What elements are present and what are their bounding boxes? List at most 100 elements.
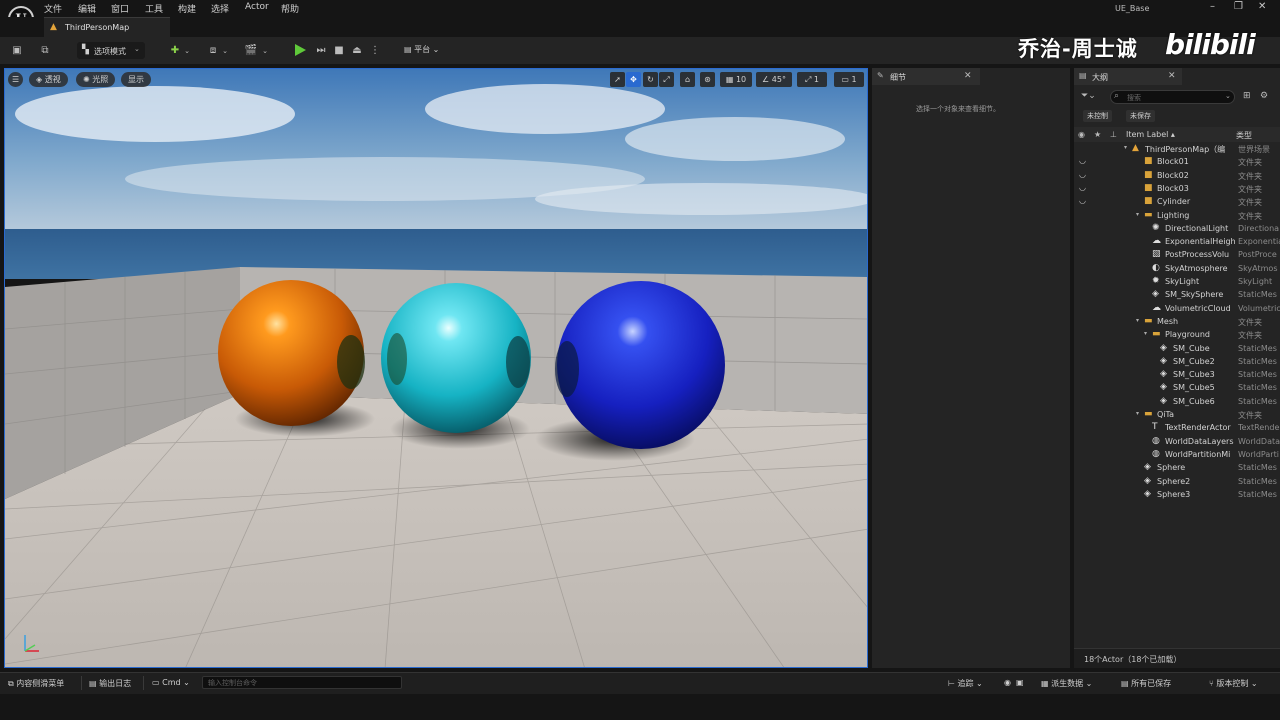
more-options-icon[interactable]: ⋮ bbox=[368, 44, 382, 58]
menu-tools[interactable]: 工具 bbox=[145, 2, 163, 15]
outliner-row[interactable]: ◈ Sphere2 StaticMes bbox=[1074, 476, 1280, 489]
step-icon[interactable]: ⏭ bbox=[314, 44, 328, 58]
lit-button[interactable]: ✺ 光照 bbox=[76, 72, 116, 87]
search-input[interactable] bbox=[1127, 92, 1223, 103]
expand-arrow-icon[interactable]: ▾ bbox=[1136, 410, 1139, 417]
level-viewport[interactable] bbox=[4, 68, 868, 668]
scale-tool-icon[interactable]: ⤢ bbox=[659, 72, 674, 87]
maximize-icon[interactable]: ❐ bbox=[1234, 1, 1243, 12]
minimize-icon[interactable]: – bbox=[1210, 1, 1215, 12]
outliner-row[interactable]: ✺ DirectionalLight Directiona bbox=[1074, 223, 1280, 236]
filter-chip-unsaved[interactable]: 未保存 bbox=[1126, 110, 1155, 122]
outliner-row[interactable]: ☁ VolumetricCloud Volumetric bbox=[1074, 303, 1280, 316]
select-tool-icon[interactable]: ➚ bbox=[610, 72, 625, 87]
outliner-row[interactable]: ✹ SkyLight SkyLight bbox=[1074, 276, 1280, 289]
rotate-tool-icon[interactable]: ↻ bbox=[643, 72, 658, 87]
outliner-row[interactable]: ◈ SM_Cube5 StaticMes bbox=[1074, 382, 1280, 395]
menu-window[interactable]: 窗口 bbox=[111, 2, 129, 15]
expand-arrow-icon[interactable]: ▾ bbox=[1124, 144, 1127, 151]
outliner-row[interactable]: ◈ Sphere3 StaticMes bbox=[1074, 489, 1280, 502]
menu-file[interactable]: 文件 bbox=[44, 2, 62, 15]
visibility-eye-icon[interactable]: ◡ bbox=[1079, 183, 1086, 192]
content-browser-icon[interactable]: ⧉ bbox=[38, 44, 52, 58]
outliner-row[interactable]: ▾ ▬ Playground 文件夹 bbox=[1074, 329, 1280, 342]
settings-icon[interactable]: ⚙ bbox=[1260, 91, 1268, 101]
visibility-column-icon[interactable]: ◉ bbox=[1078, 130, 1085, 139]
close-window-icon[interactable]: ✕ bbox=[1258, 1, 1266, 12]
outliner-row[interactable]: ◐ SkyAtmosphere SkyAtmos bbox=[1074, 263, 1280, 276]
source-control-dropdown[interactable]: ⑂ 版本控制 ⌄ bbox=[1209, 678, 1258, 689]
expand-arrow-icon[interactable]: ▾ bbox=[1136, 211, 1139, 218]
column-type[interactable]: 类型 bbox=[1236, 130, 1252, 141]
outliner-search[interactable]: ⌕ ⌄ bbox=[1110, 90, 1235, 104]
tab-level-map[interactable]: ▲ ThirdPersonMap bbox=[44, 17, 170, 37]
pin-column-icon[interactable]: ⊥ bbox=[1110, 130, 1117, 139]
outliner-row[interactable]: ▧ PostProcessVolu PostProce bbox=[1074, 249, 1280, 262]
favorite-column-icon[interactable]: ★ bbox=[1094, 130, 1101, 139]
outliner-row[interactable]: ◍ WorldPartitionMi WorldParti bbox=[1074, 449, 1280, 462]
console-input[interactable] bbox=[203, 677, 401, 688]
tab-outliner[interactable]: ▤ 大纲 ✕ bbox=[1074, 68, 1182, 85]
scale-snap-button[interactable]: ⤢ 1 bbox=[797, 72, 827, 87]
viewport-scene[interactable] bbox=[5, 69, 868, 668]
save-icon[interactable]: ▣ bbox=[10, 44, 24, 58]
record-icon[interactable]: ◉ bbox=[1004, 678, 1011, 687]
outliner-row[interactable]: ◡ ■ Block03 文件夹 bbox=[1074, 183, 1280, 196]
translate-tool-icon[interactable]: ✥ bbox=[626, 72, 641, 87]
outliner-row[interactable]: ◈ Sphere StaticMes bbox=[1074, 462, 1280, 475]
close-icon[interactable]: ✕ bbox=[964, 71, 972, 81]
outliner-row[interactable]: ▾ ▬ Lighting 文件夹 bbox=[1074, 210, 1280, 223]
column-item-label[interactable]: Item Label ▴ bbox=[1126, 130, 1175, 139]
screenshot-icon[interactable]: ▣ bbox=[1016, 678, 1024, 687]
visibility-eye-icon[interactable]: ◡ bbox=[1079, 196, 1086, 205]
filter-chip-uncontrolled[interactable]: 未控制 bbox=[1083, 110, 1112, 122]
tab-details[interactable]: ✎ 细节 ✕ bbox=[872, 68, 980, 85]
console-command-field[interactable] bbox=[202, 676, 402, 689]
outliner-row[interactable]: ◈ SM_Cube2 StaticMes bbox=[1074, 356, 1280, 369]
stop-icon[interactable]: ■ bbox=[332, 44, 346, 58]
content-drawer-button[interactable]: ⧉ 内容侧滑菜单 bbox=[8, 678, 64, 689]
outliner-row[interactable]: ▾ ▲ ThirdPersonMap（编 世界场景 bbox=[1074, 143, 1280, 156]
expand-arrow-icon[interactable]: ▾ bbox=[1136, 317, 1139, 324]
angle-snap-button[interactable]: ∠ 45° bbox=[756, 72, 792, 87]
chevron-down-icon[interactable]: ⌄ bbox=[180, 44, 194, 58]
menu-edit[interactable]: 编辑 bbox=[78, 2, 96, 15]
chevron-down-icon[interactable]: ⌄ bbox=[1225, 92, 1231, 100]
select-mode-dropdown[interactable]: ▚ 选项模式 ⌄ bbox=[77, 42, 145, 59]
outliner-row[interactable]: T TextRenderActor TextRende bbox=[1074, 422, 1280, 435]
eject-icon[interactable]: ⏏ bbox=[350, 44, 364, 58]
menu-actor[interactable]: Actor bbox=[245, 2, 269, 12]
filter-icon[interactable]: ⏷⌄ bbox=[1081, 91, 1096, 101]
outliner-row[interactable]: ◈ SM_Cube StaticMes bbox=[1074, 343, 1280, 356]
derived-data-dropdown[interactable]: ▦ 派生数据 ⌄ bbox=[1041, 678, 1092, 689]
outliner-row[interactable]: ◈ SM_Cube3 StaticMes bbox=[1074, 369, 1280, 382]
surface-snap-icon[interactable]: ⊛ bbox=[700, 72, 715, 87]
menu-build[interactable]: 构建 bbox=[178, 2, 196, 15]
menu-help[interactable]: 帮助 bbox=[281, 2, 299, 15]
platforms-dropdown[interactable]: ▤ 平台 ⌄ bbox=[404, 44, 439, 55]
outliner-row[interactable]: ◈ SM_Cube6 StaticMes bbox=[1074, 396, 1280, 409]
world-local-icon[interactable]: ⌂ bbox=[680, 72, 695, 87]
chevron-down-icon[interactable]: ⌄ bbox=[218, 44, 232, 58]
grid-snap-button[interactable]: ▦ 10 bbox=[720, 72, 752, 87]
outliner-row[interactable]: ☁ ExponentialHeigh Exponentia bbox=[1074, 236, 1280, 249]
play-icon[interactable] bbox=[293, 43, 307, 57]
visibility-eye-icon[interactable]: ◡ bbox=[1079, 170, 1086, 179]
output-log-button[interactable]: ▤ 输出日志 bbox=[89, 678, 131, 689]
outliner-row[interactable]: ▾ ▬ QiTa 文件夹 bbox=[1074, 409, 1280, 422]
visibility-eye-icon[interactable]: ◡ bbox=[1079, 156, 1086, 165]
chevron-down-icon[interactable]: ⌄ bbox=[258, 44, 272, 58]
outliner-row[interactable]: ◍ WorldDataLayers WorldData bbox=[1074, 436, 1280, 449]
outliner-row[interactable]: ◡ ■ Cylinder 文件夹 bbox=[1074, 196, 1280, 209]
outliner-row[interactable]: ◡ ■ Block01 文件夹 bbox=[1074, 156, 1280, 169]
trace-dropdown[interactable]: ⊢ 追踪 ⌄ bbox=[948, 678, 983, 689]
sphere-blue[interactable] bbox=[557, 281, 725, 449]
cmd-dropdown[interactable]: ▭ Cmd ⌄ bbox=[152, 678, 190, 687]
cinematics-icon[interactable]: 🎬 bbox=[244, 44, 258, 58]
outliner-row[interactable]: ◈ SM_SkySphere StaticMes bbox=[1074, 289, 1280, 302]
menu-select[interactable]: 选择 bbox=[211, 2, 229, 15]
all-saved-button[interactable]: ▤ 所有已保存 bbox=[1121, 678, 1171, 689]
outliner-row[interactable]: ▾ ▬ Mesh 文件夹 bbox=[1074, 316, 1280, 329]
show-button[interactable]: 显示 bbox=[121, 72, 151, 87]
outliner-row[interactable]: ◡ ■ Block02 文件夹 bbox=[1074, 170, 1280, 183]
